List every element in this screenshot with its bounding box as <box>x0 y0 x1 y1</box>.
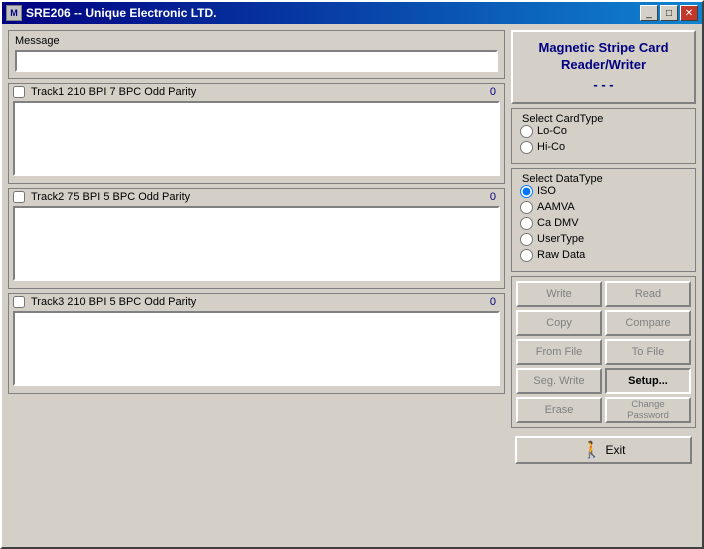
setup-button[interactable]: Setup... <box>605 368 691 394</box>
hico-radio-item: Hi-Co <box>520 141 687 154</box>
usertype-radio-item: UserType <box>520 233 687 246</box>
seg-write-button[interactable]: Seg. Write <box>516 368 602 394</box>
data-type-label: Select DataType <box>520 173 687 185</box>
track2-group: Track2 75 BPI 5 BPC Odd Parity 0 <box>8 188 505 289</box>
track3-counter: 0 <box>490 296 496 308</box>
from-file-button[interactable]: From File <box>516 339 602 365</box>
window-title: SRE206 -- Unique Electronic LTD. <box>26 6 640 20</box>
read-button[interactable]: Read <box>605 281 691 307</box>
close-button[interactable]: ✕ <box>680 5 698 21</box>
dashes: - - - <box>523 77 684 94</box>
rawdata-radio[interactable] <box>520 249 533 262</box>
exit-button[interactable]: 🚶 Exit <box>515 436 692 464</box>
app-title-text: Magnetic Stripe Card Reader/Writer <box>523 40 684 74</box>
title-bar-buttons: _ □ ✕ <box>640 5 698 21</box>
maximize-button[interactable]: □ <box>660 5 678 21</box>
app-icon: M <box>6 5 22 21</box>
copy-button[interactable]: Copy <box>516 310 602 336</box>
cadmv-radio-item: Ca DMV <box>520 217 687 230</box>
to-file-button[interactable]: To File <box>605 339 691 365</box>
track3-group: Track3 210 BPI 5 BPC Odd Parity 0 <box>8 293 505 394</box>
hico-radio[interactable] <box>520 141 533 154</box>
card-type-label: Select CardType <box>520 113 687 125</box>
exit-label: Exit <box>605 443 625 457</box>
aamva-radio-item: AAMVA <box>520 201 687 214</box>
iso-radio-item: ISO <box>520 185 687 198</box>
hico-label: Hi-Co <box>537 141 565 153</box>
track1-label: Track1 210 BPI 7 BPC Odd Parity <box>31 86 484 98</box>
change-password-button[interactable]: Change Password <box>605 397 691 423</box>
aamva-label: AAMVA <box>537 201 575 213</box>
rawdata-label: Raw Data <box>537 249 585 261</box>
exit-bar: 🚶 Exit <box>511 432 696 468</box>
main-content: Message Track1 210 BPI 7 BPC Odd Parity … <box>2 24 702 547</box>
usertype-label: UserType <box>537 233 584 245</box>
aamva-radio[interactable] <box>520 201 533 214</box>
loco-radio-item: Lo-Co <box>520 125 687 138</box>
app-title-box: Magnetic Stripe Card Reader/Writer - - - <box>511 30 696 104</box>
rawdata-radio-item: Raw Data <box>520 249 687 262</box>
iso-radio[interactable] <box>520 185 533 198</box>
action-buttons: Write Read Copy Compare From File To Fil… <box>511 276 696 428</box>
title-bar: M SRE206 -- Unique Electronic LTD. _ □ ✕ <box>2 2 702 24</box>
track1-textarea[interactable] <box>13 101 500 176</box>
message-label: Message <box>15 35 498 47</box>
cadmv-radio[interactable] <box>520 217 533 230</box>
write-button[interactable]: Write <box>516 281 602 307</box>
left-panel: Message Track1 210 BPI 7 BPC Odd Parity … <box>8 30 505 541</box>
exit-icon: 🚶 <box>582 440 602 460</box>
right-panel: Magnetic Stripe Card Reader/Writer - - -… <box>511 30 696 541</box>
track2-textarea[interactable] <box>13 206 500 281</box>
main-window: M SRE206 -- Unique Electronic LTD. _ □ ✕… <box>0 0 704 549</box>
track3-textarea[interactable] <box>13 311 500 386</box>
message-input[interactable] <box>15 50 498 72</box>
cadmv-label: Ca DMV <box>537 217 579 229</box>
minimize-button[interactable]: _ <box>640 5 658 21</box>
track3-header: Track3 210 BPI 5 BPC Odd Parity 0 <box>13 296 500 308</box>
track3-checkbox[interactable] <box>13 296 25 308</box>
loco-label: Lo-Co <box>537 125 567 137</box>
track3-label: Track3 210 BPI 5 BPC Odd Parity <box>31 296 484 308</box>
loco-radio[interactable] <box>520 125 533 138</box>
track1-header: Track1 210 BPI 7 BPC Odd Parity 0 <box>13 86 500 98</box>
track2-label: Track2 75 BPI 5 BPC Odd Parity <box>31 191 484 203</box>
track2-header: Track2 75 BPI 5 BPC Odd Parity 0 <box>13 191 500 203</box>
data-type-group: Select DataType ISO AAMVA Ca DMV UserTyp… <box>511 168 696 272</box>
iso-label: ISO <box>537 185 556 197</box>
compare-button[interactable]: Compare <box>605 310 691 336</box>
track2-counter: 0 <box>490 191 496 203</box>
track1-counter: 0 <box>490 86 496 98</box>
track1-group: Track1 210 BPI 7 BPC Odd Parity 0 <box>8 83 505 184</box>
track1-checkbox[interactable] <box>13 86 25 98</box>
track2-checkbox[interactable] <box>13 191 25 203</box>
usertype-radio[interactable] <box>520 233 533 246</box>
card-type-group: Select CardType Lo-Co Hi-Co <box>511 108 696 164</box>
erase-button[interactable]: Erase <box>516 397 602 423</box>
message-group: Message <box>8 30 505 79</box>
